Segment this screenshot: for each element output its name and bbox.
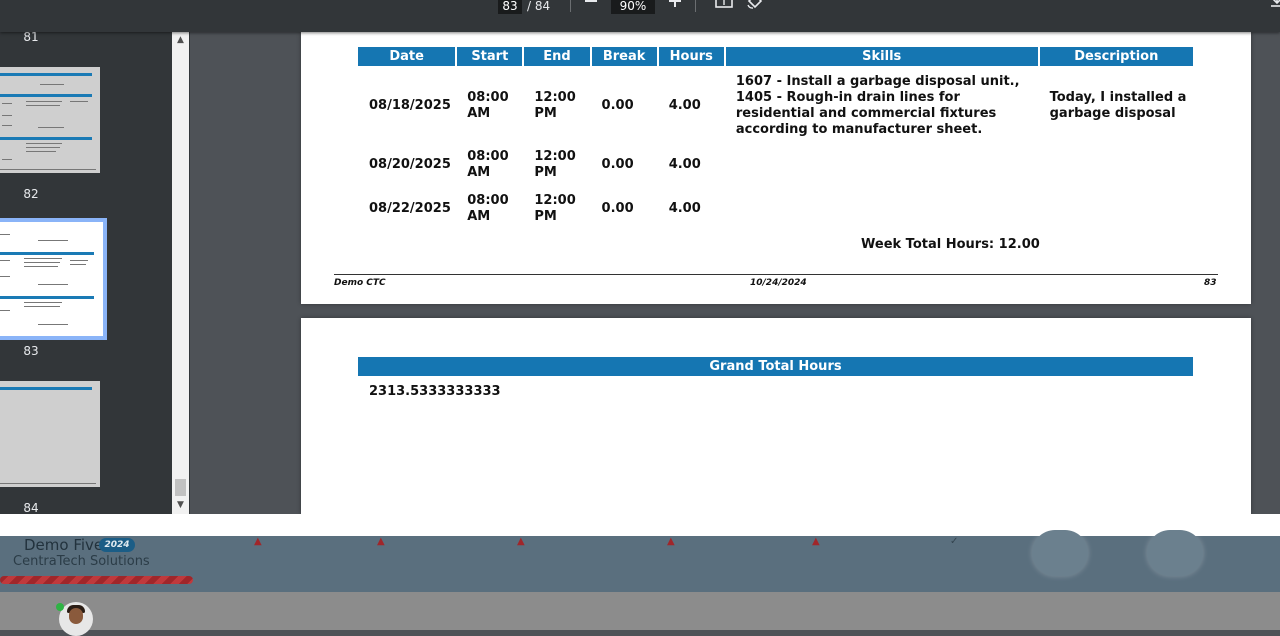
grand-total-header: Grand Total Hours bbox=[358, 357, 1193, 376]
app-badge: 2024 bbox=[99, 538, 135, 552]
pdf-page-83: Date Start End Break Hours Skills Descri… bbox=[301, 32, 1251, 304]
zoom-level-input[interactable]: 90% bbox=[611, 0, 655, 14]
week-total-hours: Week Total Hours: 12.00 bbox=[861, 237, 1040, 252]
thumbnail-number: 83 bbox=[23, 344, 39, 358]
toolbar-divider bbox=[570, 0, 571, 12]
round-action-button[interactable] bbox=[1147, 530, 1203, 576]
start-cell: 08:00 AM bbox=[467, 89, 509, 121]
column-header: Date bbox=[358, 47, 458, 66]
avatar[interactable] bbox=[59, 602, 93, 636]
app-header: Demo Five 2024 CentraTech Solutions ▲ ▲ … bbox=[0, 530, 1280, 592]
table-row: 08/20/2025 08:00 AM 12:00 PM 0.00 4.00 bbox=[358, 145, 1193, 185]
thumbnail-number: 84 bbox=[23, 501, 39, 514]
grand-total-value: 2313.5333333333 bbox=[369, 384, 501, 399]
date-cell: 08/18/2025 bbox=[369, 97, 451, 113]
break-cell: 0.00 bbox=[601, 157, 634, 172]
column-header: Skills bbox=[724, 47, 1040, 66]
nav-icon[interactable]: ▲ bbox=[254, 536, 262, 547]
scrollbar-thumb[interactable] bbox=[175, 479, 186, 496]
end-cell: 12:00 PM bbox=[534, 89, 576, 121]
skills-cell bbox=[725, 185, 1039, 233]
background-app: Demo Five 2024 CentraTech Solutions ▲ ▲ … bbox=[0, 530, 1280, 636]
zoom-in-icon[interactable] bbox=[664, 0, 686, 14]
footer-page-number: 83 bbox=[1204, 278, 1217, 288]
description-cell: Today, I installed a garbage disposal bbox=[1049, 89, 1187, 121]
pdf-toolbar: 83 / 84 90% bbox=[0, 0, 1280, 32]
zoom-out-icon[interactable] bbox=[580, 0, 602, 14]
page-divider-strip bbox=[0, 514, 1280, 536]
column-header: Hours bbox=[657, 47, 726, 66]
end-cell: 12:00 PM bbox=[534, 193, 576, 224]
round-action-button[interactable] bbox=[1032, 530, 1088, 576]
scroll-down-icon[interactable]: ▼ bbox=[172, 499, 189, 511]
table-row: 08/18/2025 08:00 AM 12:00 PM 0.00 4.00 1… bbox=[358, 66, 1193, 145]
toolbar-divider bbox=[695, 0, 696, 12]
timesheet-table: Date Start End Break Hours Skills Descri… bbox=[358, 47, 1193, 233]
footer-left: Demo CTC bbox=[334, 278, 386, 288]
nav-icon[interactable]: ▲ bbox=[667, 536, 675, 547]
skills-cell bbox=[725, 145, 1039, 185]
page-number-input[interactable]: 83 bbox=[498, 0, 522, 14]
fit-page-icon[interactable] bbox=[713, 0, 735, 14]
check-icon[interactable]: ✓ bbox=[950, 536, 958, 547]
progress-bar bbox=[0, 576, 193, 584]
pdf-page-84: Grand Total Hours 2313.5333333333 bbox=[301, 318, 1251, 514]
sidebar-scrollbar[interactable] bbox=[172, 32, 189, 514]
table-row: 08/22/2025 08:00 AM 12:00 PM 0.00 4.00 bbox=[358, 185, 1193, 233]
page-total: / 84 bbox=[527, 0, 551, 13]
start-cell: 08:00 AM bbox=[467, 149, 509, 180]
hours-cell: 4.00 bbox=[668, 201, 701, 216]
nav-icon[interactable]: ▲ bbox=[812, 536, 820, 547]
page-thumbnail-82[interactable] bbox=[0, 67, 100, 173]
end-cell: 12:00 PM bbox=[534, 149, 576, 180]
footer-date: 10/24/2024 bbox=[750, 278, 807, 288]
footer-divider bbox=[334, 274, 1218, 275]
app-name: Demo Five bbox=[24, 536, 104, 554]
scroll-up-icon[interactable]: ▲ bbox=[172, 34, 189, 46]
start-cell: 08:00 AM bbox=[467, 193, 509, 224]
description-cell bbox=[1039, 185, 1193, 233]
online-status-icon bbox=[56, 603, 64, 611]
thumbnail-sidebar: 81 82 83 84 ▲ ▼ bbox=[0, 32, 190, 514]
page-thumbnail-83[interactable] bbox=[0, 218, 107, 340]
download-icon[interactable] bbox=[1266, 0, 1280, 14]
date-cell: 08/20/2025 bbox=[369, 157, 451, 172]
column-header: End bbox=[523, 47, 592, 66]
nav-icon[interactable]: ▲ bbox=[377, 536, 385, 547]
thumbnail-number: 82 bbox=[23, 187, 39, 201]
hours-cell: 4.00 bbox=[668, 157, 701, 172]
hours-cell: 4.00 bbox=[668, 97, 701, 113]
nav-icon[interactable]: ▲ bbox=[517, 536, 525, 547]
page-thumbnail-84[interactable] bbox=[0, 381, 100, 487]
description-cell bbox=[1039, 145, 1193, 185]
skills-cell: 1607 - Install a garbage disposal unit.,… bbox=[735, 73, 1020, 137]
column-header: Break bbox=[590, 47, 659, 66]
date-cell: 08/22/2025 bbox=[369, 201, 451, 216]
column-header: Start bbox=[456, 47, 525, 66]
rotate-icon[interactable] bbox=[744, 0, 766, 14]
break-cell: 0.00 bbox=[601, 97, 634, 113]
table-header-row: Date Start End Break Hours Skills Descri… bbox=[358, 47, 1193, 66]
company-name: CentraTech Solutions bbox=[13, 554, 150, 569]
column-header: Description bbox=[1038, 47, 1193, 66]
thumbnail-number: 81 bbox=[23, 32, 39, 44]
break-cell: 0.00 bbox=[601, 201, 634, 216]
